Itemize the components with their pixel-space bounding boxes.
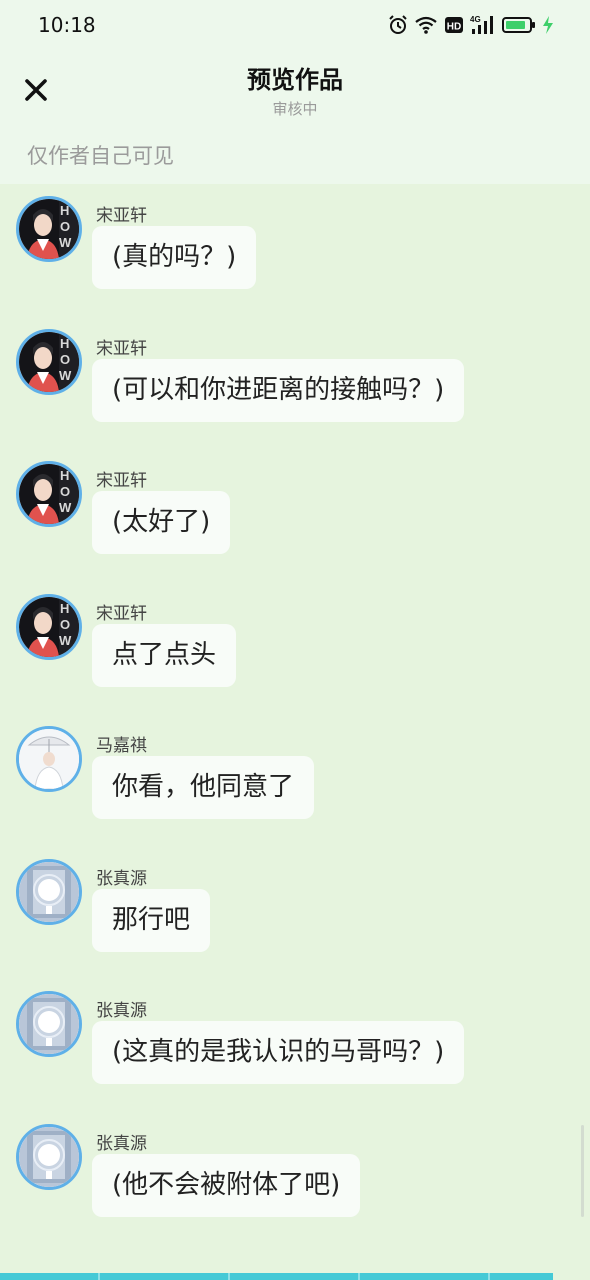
- sender-name: 马嘉祺: [96, 736, 147, 756]
- svg-text:H: H: [60, 336, 69, 351]
- svg-text:H: H: [60, 203, 69, 218]
- chat-list[interactable]: H O W 宋亚轩 (真的吗？) H O W 宋亚轩 (可以和你进距离的接触吗？) H O W 宋亚轩 (太…: [0, 184, 590, 1274]
- message-row: 张真源 (他不会被附体了吧): [0, 1112, 590, 1244]
- message-bubble[interactable]: (太好了): [92, 491, 231, 554]
- avatar[interactable]: HOW: [16, 196, 82, 262]
- scrollbar[interactable]: [581, 1125, 584, 1217]
- sender-name: 张真源: [96, 1133, 147, 1154]
- svg-text:O: O: [60, 352, 70, 367]
- message-row: H O W 宋亚轩 (可以和你进距离的接触吗？): [0, 317, 590, 449]
- visibility-note: 仅作者自己可见: [27, 144, 174, 168]
- bottom-strip: [0, 1273, 553, 1280]
- review-status: 审核中: [272, 100, 318, 118]
- svg-text:4G: 4G: [470, 15, 481, 24]
- svg-text:O: O: [60, 219, 70, 234]
- header: 预览作品 审核中 仅作者自己可见: [0, 52, 590, 184]
- battery-icon: [502, 15, 536, 39]
- svg-text:O: O: [60, 617, 70, 632]
- alarm-icon: [388, 15, 408, 39]
- message-row: H O W 宋亚轩 (真的吗？): [0, 184, 590, 316]
- status-icons: HD 4G: [388, 14, 554, 40]
- page-title: 预览作品: [247, 66, 343, 94]
- sender-name: 宋亚轩: [96, 603, 147, 624]
- avatar[interactable]: [16, 991, 82, 1057]
- svg-text:H: H: [60, 468, 69, 483]
- avatar[interactable]: [16, 1123, 82, 1190]
- sender-name: 宋亚轩: [96, 338, 147, 359]
- signal-icon: 4G: [470, 14, 496, 40]
- wifi-icon: [414, 15, 438, 39]
- status-time: 10:18: [38, 13, 96, 37]
- message-bubble[interactable]: (真的吗？): [92, 226, 257, 289]
- message-bubble[interactable]: 那行吧: [92, 888, 211, 952]
- message-bubble[interactable]: 你看，他同意了: [92, 756, 315, 819]
- avatar[interactable]: [16, 726, 82, 792]
- svg-text:W: W: [59, 633, 72, 648]
- message-row: 张真源 (这真的是我认识的马哥吗？): [0, 979, 590, 1111]
- sender-name: 宋亚轩: [96, 206, 147, 226]
- message-bubble[interactable]: (可以和你进距离的接触吗？): [92, 358, 465, 422]
- svg-text:W: W: [59, 235, 72, 250]
- svg-text:O: O: [60, 484, 70, 499]
- avatar[interactable]: HOW: [16, 593, 82, 660]
- message-row: 张真源 那行吧: [0, 847, 590, 979]
- status-bar: 10:18 HD 4G: [0, 0, 590, 52]
- hd-icon: HD: [444, 15, 464, 39]
- message-row: H O W 宋亚轩 点了点头: [0, 582, 590, 714]
- svg-text:W: W: [59, 368, 72, 383]
- avatar[interactable]: HOW: [16, 461, 82, 527]
- message-bubble[interactable]: (他不会被附体了吧): [92, 1153, 361, 1217]
- svg-text:W: W: [59, 500, 72, 515]
- sender-name: 张真源: [96, 868, 147, 889]
- sender-name: 宋亚轩: [96, 471, 147, 491]
- message-row: H O W 宋亚轩 (太好了): [0, 449, 590, 581]
- message-bubble[interactable]: 点了点头: [92, 623, 237, 687]
- avatar[interactable]: [16, 858, 82, 925]
- sender-name: 张真源: [96, 1001, 147, 1021]
- message-bubble[interactable]: (这真的是我认识的马哥吗？): [92, 1021, 465, 1084]
- svg-text:H: H: [60, 601, 69, 616]
- avatar[interactable]: HOW: [16, 328, 82, 395]
- charging-icon: [542, 15, 554, 39]
- svg-text:HD: HD: [447, 22, 461, 33]
- message-row: 马嘉祺 你看，他同意了: [0, 714, 590, 846]
